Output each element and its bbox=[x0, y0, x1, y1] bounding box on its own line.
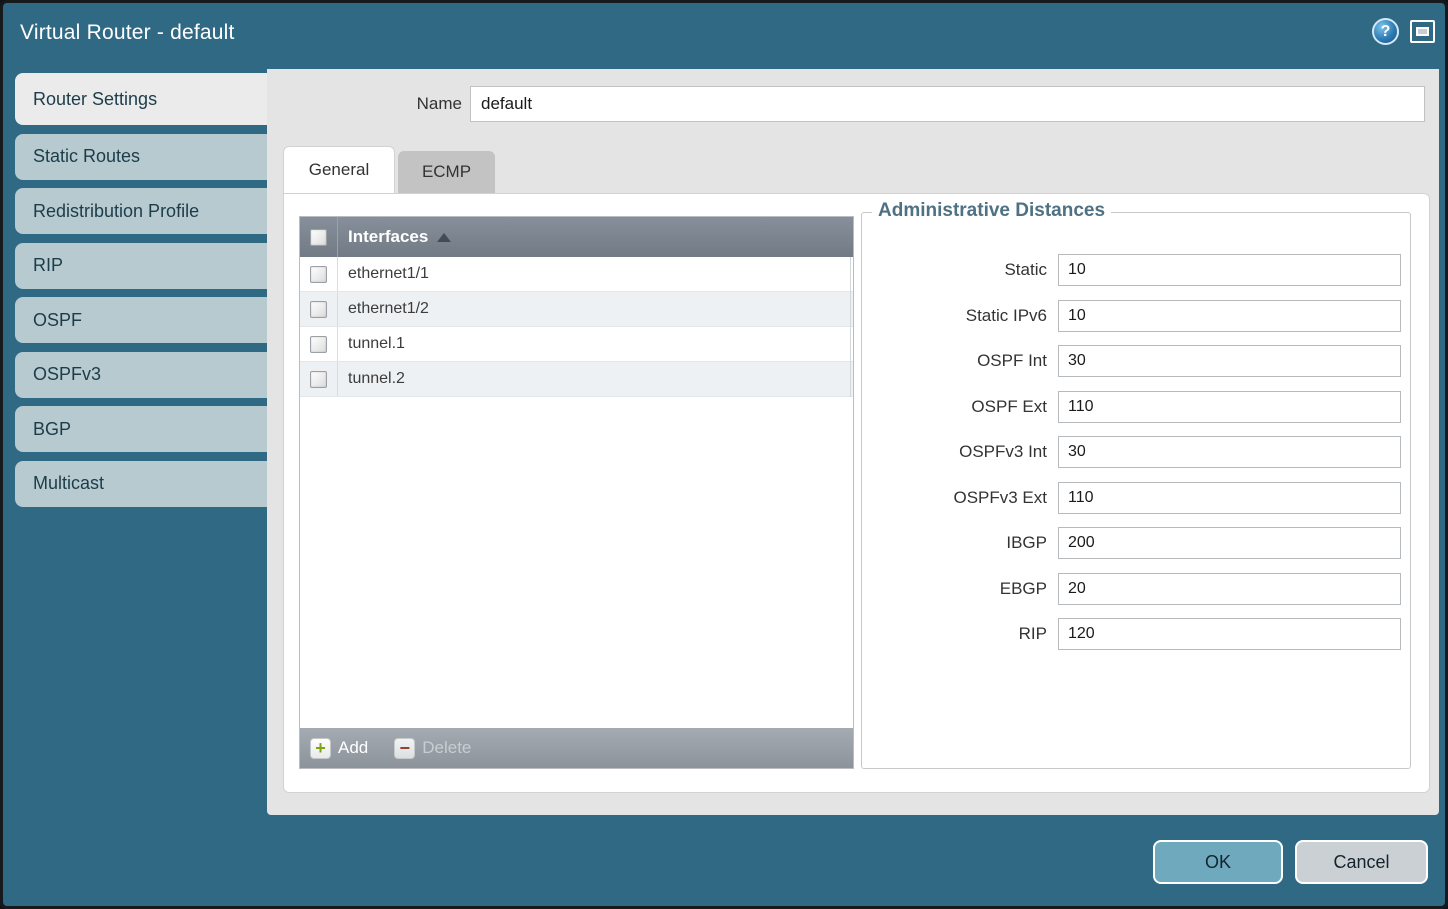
scrollbar-track[interactable] bbox=[850, 257, 851, 397]
row-checkbox[interactable] bbox=[310, 371, 327, 388]
ospfv3-ext-input[interactable] bbox=[1058, 482, 1401, 514]
interface-name: tunnel.1 bbox=[348, 335, 405, 353]
help-icon[interactable]: ? bbox=[1372, 18, 1399, 45]
sidebar: Router Settings Static Routes Redistribu… bbox=[15, 73, 267, 507]
virtual-router-dialog: Virtual Router - default ? Router Settin… bbox=[0, 0, 1448, 909]
ospf-int-label: OSPF Int bbox=[862, 351, 1047, 371]
ospfv3-int-input[interactable] bbox=[1058, 436, 1401, 468]
interfaces-column-header: Interfaces bbox=[348, 227, 428, 247]
select-all-cell bbox=[300, 217, 338, 257]
rip-label: RIP bbox=[862, 624, 1047, 644]
sidebar-item-ospf[interactable]: OSPF bbox=[15, 297, 267, 343]
row-checkbox[interactable] bbox=[310, 301, 327, 318]
ok-button[interactable]: OK bbox=[1153, 840, 1283, 884]
router-settings-panel: Name General ECMP Interfaces bbox=[267, 69, 1439, 815]
window-restore-icon[interactable] bbox=[1410, 20, 1435, 43]
table-row[interactable]: ethernet1/2 bbox=[300, 292, 853, 327]
delete-button[interactable]: − Delete bbox=[394, 738, 471, 759]
admin-distance-row: Static IPv6 bbox=[862, 300, 1410, 332]
admin-distance-row: IBGP bbox=[862, 527, 1410, 559]
admin-distance-row: Static bbox=[862, 254, 1410, 286]
admin-distance-row: EBGP bbox=[862, 573, 1410, 605]
interface-name: ethernet1/2 bbox=[348, 300, 429, 318]
ospf-int-input[interactable] bbox=[1058, 345, 1401, 377]
admin-distance-row: OSPF Ext bbox=[862, 391, 1410, 423]
ospfv3-ext-label: OSPFv3 Ext bbox=[862, 488, 1047, 508]
row-checkbox[interactable] bbox=[310, 336, 327, 353]
row-checkbox-cell bbox=[300, 362, 338, 396]
ibgp-input[interactable] bbox=[1058, 527, 1401, 559]
sidebar-item-router-settings[interactable]: Router Settings bbox=[15, 73, 267, 125]
titlebar: Virtual Router - default ? bbox=[3, 3, 1445, 69]
sidebar-item-redistribution-profile[interactable]: Redistribution Profile bbox=[15, 188, 267, 234]
admin-distance-row: OSPF Int bbox=[862, 345, 1410, 377]
general-tab-panel: Interfaces ethernet1/1 ethernet bbox=[283, 193, 1430, 793]
ospf-ext-input[interactable] bbox=[1058, 391, 1401, 423]
row-checkbox[interactable] bbox=[310, 266, 327, 283]
table-row[interactable]: ethernet1/1 bbox=[300, 257, 853, 292]
ebgp-label: EBGP bbox=[862, 579, 1047, 599]
add-plus-icon: + bbox=[310, 738, 331, 759]
administrative-distances-fieldset: Administrative Distances Static Static I… bbox=[861, 212, 1411, 769]
tab-general[interactable]: General bbox=[283, 146, 395, 193]
row-checkbox-cell bbox=[300, 257, 338, 291]
window-restore-icon-inner bbox=[1416, 27, 1429, 36]
sidebar-item-static-routes[interactable]: Static Routes bbox=[15, 134, 267, 180]
interfaces-table: Interfaces ethernet1/1 ethernet bbox=[299, 216, 854, 769]
interface-name: ethernet1/1 bbox=[348, 265, 429, 283]
name-input[interactable] bbox=[470, 86, 1425, 122]
interface-name: tunnel.2 bbox=[348, 370, 405, 388]
name-label: Name bbox=[267, 94, 462, 114]
row-checkbox-cell bbox=[300, 292, 338, 326]
static-input[interactable] bbox=[1058, 254, 1401, 286]
admin-distance-row: OSPFv3 Int bbox=[862, 436, 1410, 468]
interfaces-table-body: ethernet1/1 ethernet1/2 tunnel.1 bbox=[300, 257, 853, 728]
interfaces-table-header[interactable]: Interfaces bbox=[300, 217, 853, 257]
row-checkbox-cell bbox=[300, 327, 338, 361]
cancel-button[interactable]: Cancel bbox=[1295, 840, 1428, 884]
sidebar-item-bgp[interactable]: BGP bbox=[15, 406, 267, 452]
sidebar-item-multicast[interactable]: Multicast bbox=[15, 461, 267, 507]
ospf-ext-label: OSPF Ext bbox=[862, 397, 1047, 417]
sidebar-item-rip[interactable]: RIP bbox=[15, 243, 267, 289]
administrative-distances-title: Administrative Distances bbox=[872, 200, 1111, 222]
sort-ascending-icon bbox=[437, 233, 451, 242]
static-ipv6-label: Static IPv6 bbox=[862, 306, 1047, 326]
ospfv3-int-label: OSPFv3 Int bbox=[862, 442, 1047, 462]
static-ipv6-input[interactable] bbox=[1058, 300, 1401, 332]
tab-ecmp[interactable]: ECMP bbox=[398, 151, 495, 193]
ibgp-label: IBGP bbox=[862, 533, 1047, 553]
admin-distance-row: OSPFv3 Ext bbox=[862, 482, 1410, 514]
select-all-checkbox[interactable] bbox=[310, 229, 327, 246]
interfaces-table-footer: + Add − Delete bbox=[300, 728, 853, 768]
static-label: Static bbox=[862, 260, 1047, 280]
table-row[interactable]: tunnel.1 bbox=[300, 327, 853, 362]
admin-distance-row: RIP bbox=[862, 618, 1410, 650]
add-button[interactable]: + Add bbox=[310, 738, 368, 759]
rip-input[interactable] bbox=[1058, 618, 1401, 650]
ebgp-input[interactable] bbox=[1058, 573, 1401, 605]
sidebar-item-ospfv3[interactable]: OSPFv3 bbox=[15, 352, 267, 398]
table-row[interactable]: tunnel.2 bbox=[300, 362, 853, 397]
delete-minus-icon: − bbox=[394, 738, 415, 759]
dialog-title: Virtual Router - default bbox=[20, 21, 235, 45]
